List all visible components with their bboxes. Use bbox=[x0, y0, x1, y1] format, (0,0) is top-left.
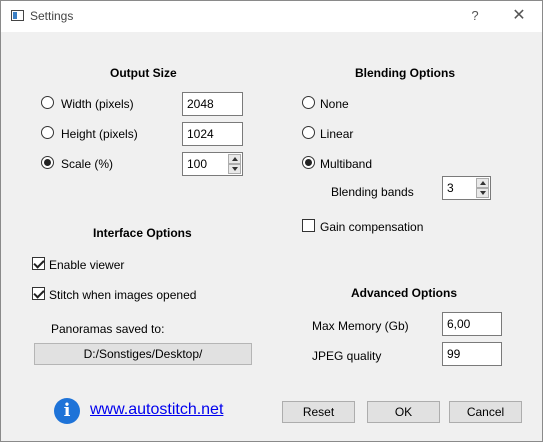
gain-compensation-checkbox[interactable] bbox=[302, 219, 315, 232]
width-input[interactable]: 2048 bbox=[182, 92, 243, 116]
scale-spin-buttons bbox=[228, 154, 241, 174]
interface-heading: Interface Options bbox=[93, 226, 192, 240]
cancel-button[interactable]: Cancel bbox=[449, 401, 522, 423]
reset-button[interactable]: Reset bbox=[282, 401, 355, 423]
ok-button[interactable]: OK bbox=[367, 401, 440, 423]
advanced-heading: Advanced Options bbox=[351, 286, 458, 300]
max-memory-input[interactable]: 6,00 bbox=[442, 312, 502, 336]
height-radio[interactable] bbox=[41, 126, 54, 139]
height-label: Height (pixels) bbox=[61, 127, 138, 141]
spin-up-icon[interactable] bbox=[476, 178, 489, 188]
enable-viewer-label: Enable viewer bbox=[49, 258, 125, 272]
spin-down-icon[interactable] bbox=[228, 164, 241, 174]
help-button[interactable]: ? bbox=[460, 5, 490, 27]
app-icon bbox=[11, 10, 24, 21]
website-link[interactable]: www.autostitch.net bbox=[90, 401, 223, 419]
close-button[interactable]: ✕ bbox=[504, 5, 534, 27]
width-radio[interactable] bbox=[41, 96, 54, 109]
jpeg-quality-label: JPEG quality bbox=[312, 349, 382, 363]
blend-none-radio[interactable] bbox=[302, 96, 315, 109]
scale-label: Scale (%) bbox=[61, 157, 114, 171]
scale-spinbox[interactable]: 100 bbox=[182, 152, 243, 176]
scale-radio[interactable] bbox=[41, 156, 54, 169]
enable-viewer-checkbox[interactable] bbox=[32, 257, 45, 270]
gain-compensation-label: Gain compensation bbox=[320, 220, 424, 234]
title-bar[interactable]: Settings ? ✕ bbox=[1, 1, 542, 32]
blending-bands-spinbox[interactable]: 3 bbox=[442, 176, 491, 200]
height-input[interactable]: 1024 bbox=[182, 122, 243, 146]
stitch-on-open-label: Stitch when images opened bbox=[49, 288, 197, 302]
spin-up-icon[interactable] bbox=[228, 154, 241, 164]
output-size-heading: Output Size bbox=[110, 66, 177, 80]
scale-value: 100 bbox=[187, 157, 208, 171]
save-path-button[interactable]: D:/Sonstiges/Desktop/ bbox=[34, 343, 252, 365]
settings-dialog: Settings ? ✕ Output Size Width (pixels) … bbox=[0, 0, 543, 442]
blend-linear-radio[interactable] bbox=[302, 126, 315, 139]
blend-multiband-label: Multiband bbox=[320, 157, 373, 171]
bands-spin-buttons bbox=[476, 178, 489, 198]
blending-bands-label: Blending bands bbox=[331, 185, 414, 199]
max-memory-label: Max Memory (Gb) bbox=[312, 319, 409, 333]
blending-heading: Blending Options bbox=[355, 66, 455, 80]
width-label: Width (pixels) bbox=[61, 97, 134, 111]
jpeg-quality-input[interactable]: 99 bbox=[442, 342, 502, 366]
panoramas-saved-label: Panoramas saved to: bbox=[51, 322, 165, 336]
blend-linear-label: Linear bbox=[320, 127, 354, 141]
window-title: Settings bbox=[30, 9, 74, 23]
spin-down-icon[interactable] bbox=[476, 188, 489, 198]
blend-none-label: None bbox=[320, 97, 349, 111]
blending-bands-value: 3 bbox=[447, 181, 454, 195]
info-icon[interactable]: i bbox=[54, 398, 80, 424]
blend-multiband-radio[interactable] bbox=[302, 156, 315, 169]
stitch-on-open-checkbox[interactable] bbox=[32, 287, 45, 300]
